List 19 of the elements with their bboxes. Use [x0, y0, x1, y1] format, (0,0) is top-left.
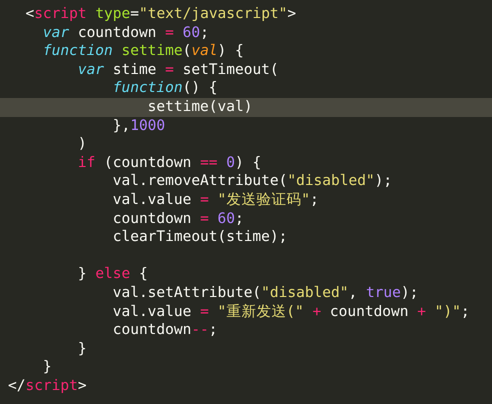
code-line: )	[76, 135, 88, 154]
code-line: var stime = setTimeout(	[76, 60, 280, 80]
code-line: val.value = "发送验证码";	[112, 190, 320, 210]
code-line: val.removeAttribute("disabled");	[112, 172, 394, 191]
code-line: function() {	[112, 79, 219, 98]
code-line: if (countdown == 0) {	[76, 154, 262, 172]
code-line: },1000	[112, 116, 166, 136]
code-line: countdown = 60;	[112, 210, 245, 228]
code-line: clearTimeout(stime);	[112, 228, 288, 247]
code-line: var countdown = 60;	[42, 24, 210, 42]
code-line: </script>	[7, 376, 88, 396]
code-line: val.setAttribute("disabled", true);	[112, 284, 420, 302]
code-line: } else {	[76, 265, 149, 284]
code-line: }	[42, 358, 53, 377]
code-line: val.value = "重新发送(" + countdown + ")";	[112, 302, 471, 322]
code-line: <script type="text/javascript">	[24, 5, 298, 24]
code-line: function settime(val) {	[42, 42, 245, 61]
code-line: countdown--;	[112, 321, 219, 340]
code-line: }	[76, 340, 88, 358]
